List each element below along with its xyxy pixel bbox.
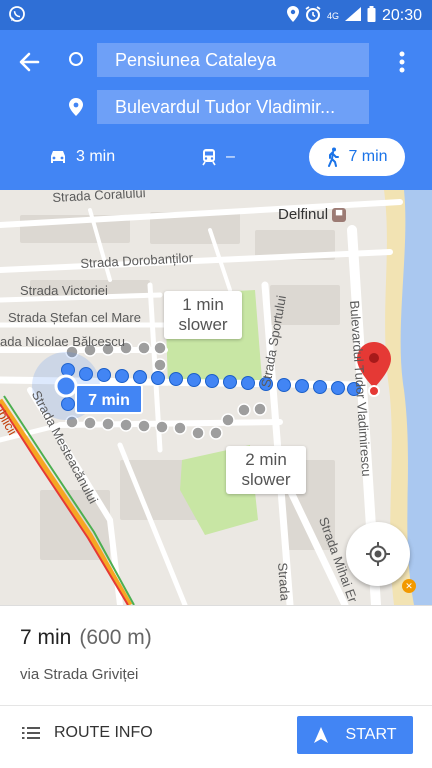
poi-name: Delfinul bbox=[278, 206, 329, 223]
current-location-dot bbox=[54, 374, 78, 398]
street-label: Strada bbox=[275, 562, 293, 602]
route-duration-label[interactable]: 7 min bbox=[75, 384, 143, 414]
start-label: START bbox=[345, 726, 397, 743]
alt-route-time: 1 min bbox=[182, 295, 224, 314]
alt-route-note: slower bbox=[241, 470, 291, 489]
route-via: via Strada Griviței bbox=[20, 666, 139, 683]
more-options-button[interactable] bbox=[392, 48, 412, 76]
route-summary[interactable]: 7 min (600 m) via Strada Griviței bbox=[0, 605, 432, 705]
alt-route-time: 2 min bbox=[245, 450, 287, 469]
destination-field[interactable]: Bulevardul Tudor Vladimir... bbox=[97, 90, 369, 124]
travel-mode-tabs: 3 min – 7 min bbox=[0, 138, 432, 178]
navigation-arrow-icon bbox=[313, 727, 328, 743]
car-icon bbox=[51, 151, 65, 163]
route-info-label: ROUTE INFO bbox=[54, 724, 153, 741]
tab-transit-label: – bbox=[226, 148, 235, 165]
back-button[interactable] bbox=[16, 48, 48, 76]
alternative-route-1-label[interactable]: 1 min slower bbox=[164, 291, 242, 339]
start-navigation-button[interactable]: START bbox=[297, 716, 413, 754]
directions-header: Pensiunea Cataleya Bulevardul Tudor Vlad… bbox=[0, 30, 432, 190]
street-label: ada Nicolae Bălcescu bbox=[0, 334, 126, 349]
arrow-left-icon bbox=[19, 52, 40, 72]
network-type: 4G bbox=[326, 10, 339, 21]
train-icon bbox=[202, 149, 216, 166]
street-label: Strada Victoriei bbox=[20, 283, 108, 298]
origin-field[interactable]: Pensiunea Cataleya bbox=[97, 43, 369, 77]
tab-driving-label: 3 min bbox=[76, 148, 116, 165]
poi-delfinul[interactable]: Delfinul ▀ bbox=[278, 206, 347, 223]
tab-walking[interactable]: 7 min bbox=[309, 138, 405, 176]
signal-icon bbox=[344, 7, 361, 25]
map-view[interactable]: Strada Coralului Strada Dorobanților Str… bbox=[0, 190, 432, 605]
status-bar: 4G 20:30 bbox=[0, 0, 432, 30]
battery-icon bbox=[367, 6, 376, 26]
origin-circle-icon bbox=[69, 52, 83, 66]
clock: 20:30 bbox=[381, 7, 422, 24]
street-label: Strada Ștefan cel Mare bbox=[8, 310, 141, 325]
tab-driving[interactable]: 3 min bbox=[48, 138, 115, 176]
location-icon bbox=[286, 6, 299, 26]
more-vert-icon bbox=[399, 51, 405, 73]
bottom-action-bar: ROUTE INFO START bbox=[0, 705, 432, 768]
duration-value: 7 min bbox=[20, 626, 72, 649]
tab-walking-label: 7 min bbox=[348, 148, 388, 165]
destination-pin-icon bbox=[69, 98, 83, 121]
tab-transit[interactable]: – bbox=[200, 138, 235, 176]
walking-icon bbox=[328, 147, 340, 167]
route-info-button[interactable]: ROUTE INFO bbox=[22, 724, 153, 742]
alt-route-note: slower bbox=[178, 315, 228, 334]
hotel-icon: ▀ bbox=[332, 207, 347, 222]
my-location-button[interactable] bbox=[346, 522, 410, 586]
whatsapp-icon bbox=[8, 5, 26, 28]
list-icon bbox=[22, 727, 40, 739]
crosshair-icon bbox=[366, 542, 390, 566]
alarm-icon bbox=[305, 6, 321, 26]
route-duration: 7 min (600 m) bbox=[20, 626, 152, 650]
restaurant-icon: ✕ bbox=[402, 579, 416, 593]
distance-value: (600 m) bbox=[79, 626, 152, 649]
alternative-route-2-label[interactable]: 2 min slower bbox=[226, 446, 306, 494]
